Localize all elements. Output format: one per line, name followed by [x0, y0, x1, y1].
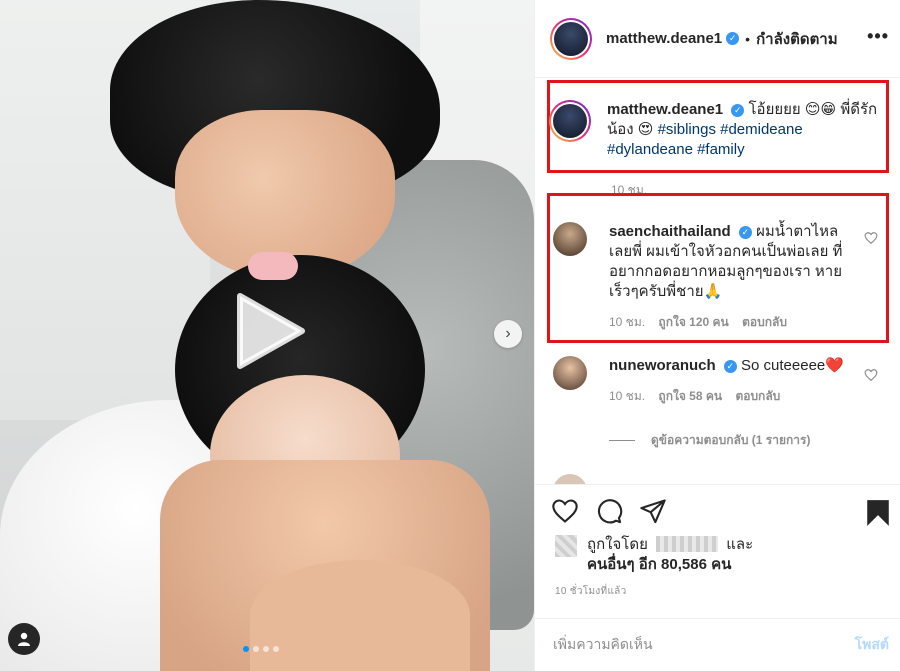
like-comment-icon[interactable]: [864, 231, 878, 245]
carousel-dot: [253, 646, 259, 652]
more-options-icon[interactable]: •••: [867, 26, 889, 47]
liked-by-prefix: ถูกใจโดย: [587, 536, 648, 553]
reply-button[interactable]: ตอบกลับ: [735, 389, 780, 403]
post-media[interactable]: ›: [0, 0, 534, 671]
caption: matthew.deane1 ✓ โอ้ยยยย 😊😁 พี่ดีรักน้อง…: [549, 100, 879, 160]
commenter-avatar[interactable]: [553, 356, 587, 390]
share-icon[interactable]: [639, 497, 667, 525]
post-side-panel: matthew.deane1 ✓ • กำลังติดตาม ••• matth…: [534, 0, 900, 671]
post-timestamp: 10 ชั่วโมงที่แล้ว: [555, 586, 627, 597]
view-replies-label: ดูข้อความตอบกลับ (1 รายการ): [651, 433, 811, 447]
carousel-dot: [273, 646, 279, 652]
tagged-users-button[interactable]: [8, 623, 40, 655]
comment-time: 10 ชม.: [609, 389, 646, 403]
likes-count[interactable]: คนอื่นๆ อีก 80,586 คน: [587, 556, 731, 573]
comment-icon[interactable]: [595, 497, 623, 525]
comment: saenchaithailand ✓ ผมน้ำตาไหลเลยพี่ ผมเข…: [553, 222, 873, 332]
comment-likes[interactable]: ถูกใจ 120 คน: [658, 315, 728, 329]
liked-by: ถูกใจโดย และ คนอื่นๆ อีก 80,586 คน: [555, 535, 753, 575]
verified-icon: ✓: [723, 360, 737, 373]
next-comment-peek: [553, 474, 587, 484]
commenter-username[interactable]: nuneworanuch: [609, 357, 716, 374]
carousel-dot-active: [243, 646, 249, 652]
liked-by-suffix: และ: [726, 536, 754, 553]
next-media-button[interactable]: ›: [494, 320, 522, 348]
comment-likes[interactable]: ถูกใจ 58 คน: [658, 389, 722, 403]
play-icon[interactable]: [232, 292, 306, 370]
legs: [250, 560, 470, 671]
verified-icon: ✓: [731, 104, 745, 117]
comment-text: So cuteeeee❤️: [741, 357, 844, 374]
author-avatar[interactable]: [550, 17, 592, 60]
bookmark-icon[interactable]: [865, 499, 891, 527]
caption-username[interactable]: matthew.deane1: [607, 101, 723, 118]
comment-time: 10 ชม.: [609, 315, 646, 329]
instagram-post-view: › matthew.deane1 ✓ • กำลังติดตาม ••• mat…: [0, 0, 900, 671]
following-button[interactable]: กำลังติดตาม: [756, 27, 838, 51]
user-icon: [18, 632, 30, 646]
like-comment-icon[interactable]: [864, 368, 878, 382]
verified-icon: ✓: [726, 32, 740, 45]
reply-button[interactable]: ตอบกลับ: [742, 315, 787, 329]
add-comment-bar: เพิ่มความคิดเห็น โพสต์: [535, 618, 900, 671]
carousel-indicator: [243, 646, 279, 652]
action-icons: [551, 497, 667, 525]
post-header: matthew.deane1 ✓ • กำลังติดตาม •••: [535, 0, 900, 78]
replies-divider: [609, 440, 635, 441]
liker-username-redacted[interactable]: [656, 536, 719, 552]
commenter-avatar[interactable]: [553, 222, 587, 256]
hair-clip: [248, 252, 298, 280]
chevron-right-icon: ›: [505, 325, 511, 342]
view-replies-button[interactable]: ดูข้อความตอบกลับ (1 รายการ): [609, 431, 810, 450]
commenter-username[interactable]: saenchaithailand: [609, 223, 731, 240]
header-separator: •: [745, 30, 751, 47]
post-comment-button[interactable]: โพสต์: [855, 634, 889, 656]
comment-input[interactable]: เพิ่มความคิดเห็น: [553, 634, 653, 656]
heart-icon[interactable]: [551, 497, 579, 525]
author-username[interactable]: matthew.deane1: [606, 30, 722, 47]
carousel-dot: [263, 646, 269, 652]
verified-icon: ✓: [738, 226, 752, 239]
liker-avatar[interactable]: [555, 535, 577, 557]
caption-avatar[interactable]: [549, 100, 591, 142]
comment: nuneworanuch ✓ So cuteeeee❤️ 10 ชม. ถูกใ…: [553, 356, 873, 406]
